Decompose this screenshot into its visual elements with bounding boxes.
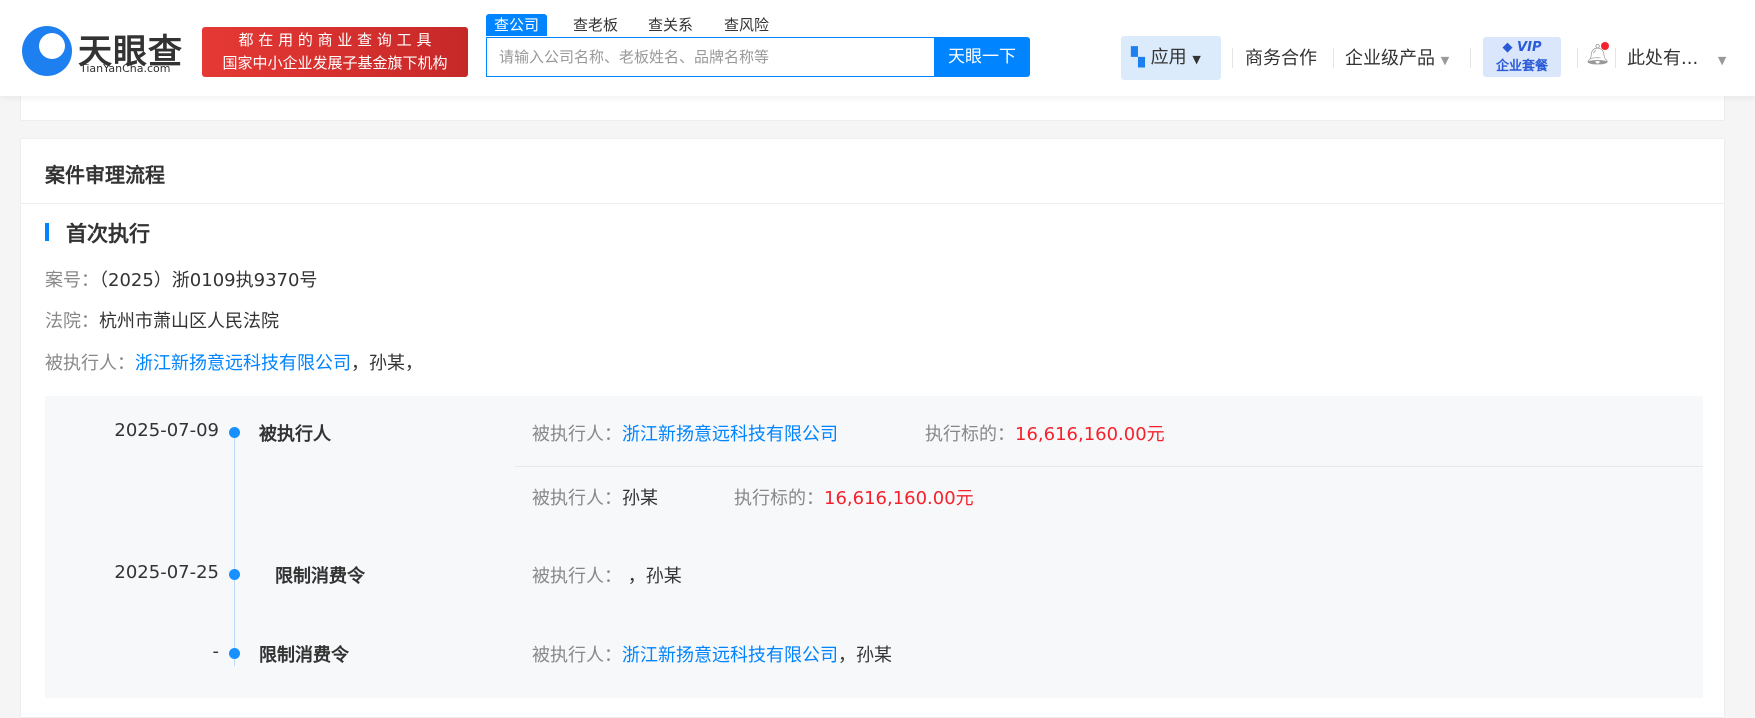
amount: 16,616,160.00元 [1015, 424, 1165, 445]
timeline-dot [229, 569, 240, 580]
apps-label: 应用 [1150, 47, 1187, 68]
entry-company-link[interactable]: 浙江新扬意远科技有限公司 [622, 645, 838, 666]
amount-label: 执行标的： [925, 424, 1015, 445]
case-process-card: 案件审理流程 首次执行 案号：（2025）浙0109执9370号 法院：杭州市萧… [20, 138, 1725, 718]
case-no: （2025）浙0109执9370号 [99, 270, 318, 291]
nav-business[interactable]: 商务合作 [1245, 44, 1317, 70]
divider [1615, 48, 1616, 68]
nav-enterprise[interactable]: 企业级产品 ▼ [1345, 44, 1449, 70]
vip-sub-label: 企业套餐 [1495, 59, 1548, 74]
tab-company[interactable]: 查公司 [486, 14, 548, 36]
timeline: 2025-07-09 被执行人 被执行人：浙江新扬意远科技有限公司 执行标的：1… [45, 396, 1703, 698]
entry-company-link[interactable]: 浙江新扬意远科技有限公司 [622, 424, 838, 445]
entry-name: 孙某 [622, 488, 658, 509]
caret-down-icon: ▼ [1192, 53, 1201, 66]
user-name: 此处有... [1627, 48, 1699, 69]
court: 杭州市萧山区人民法院 [99, 311, 279, 332]
timeline-date: - [212, 641, 220, 662]
entry-name: ，孙某 [627, 566, 682, 587]
entry-label: 被执行人： [532, 566, 622, 587]
tab-boss[interactable]: 查老板 [565, 14, 626, 36]
divider [1577, 48, 1578, 68]
divider [1333, 48, 1334, 68]
party-company-link[interactable]: 浙江新扬意远科技有限公司 [135, 353, 351, 374]
entry-label: 被执行人： [532, 488, 622, 509]
divider [21, 203, 1724, 204]
divider [1470, 48, 1471, 68]
search-button[interactable]: 天眼一下 [934, 37, 1030, 77]
caret-down-icon: ▼ [1717, 54, 1727, 67]
logo-icon[interactable] [22, 26, 72, 76]
slogan-badge: 都 在 用 的 商 业 查 询 工 具 国家中小企业发展子基金旗下机构 [202, 27, 468, 77]
user-menu[interactable]: 此处有... ▼ [1627, 44, 1726, 70]
timeline-type: 限制消费令 [275, 566, 365, 587]
timeline-type: 限制消费令 [259, 645, 349, 666]
apps-button[interactable]: ▚ 应用 ▼ [1121, 36, 1221, 80]
party-label: 被执行人： [45, 353, 135, 374]
section-title: 案件审理流程 [45, 163, 165, 187]
tab-relation[interactable]: 查关系 [640, 14, 701, 36]
timeline-date: 2025-07-09 [114, 420, 219, 441]
tab-risk[interactable]: 查风险 [716, 14, 777, 36]
divider [1232, 48, 1233, 68]
timeline-line [234, 433, 235, 666]
amount-label: 执行标的： [734, 488, 824, 509]
search-input[interactable]: 请输入公司名称、老板姓名、品牌名称等 [486, 37, 934, 77]
slogan-line-2: 国家中小企业发展子基金旗下机构 [222, 54, 448, 72]
caret-down-icon: ▼ [1440, 54, 1450, 67]
entry-name: ，孙某 [838, 645, 892, 666]
party-rest: ，孙某， [351, 353, 423, 374]
timeline-dot [229, 427, 240, 438]
case-no-label: 案号： [45, 270, 99, 291]
subtitle-bar [45, 223, 49, 241]
vip-button[interactable]: ◆ VIP 企业套餐 [1483, 37, 1561, 77]
divider [515, 466, 1703, 467]
amount: 16,616,160.00元 [824, 488, 974, 509]
top-header: 天眼查 TianYanCha.com 都 在 用 的 商 业 查 询 工 具 国… [0, 0, 1755, 96]
subtitle: 首次执行 [66, 222, 150, 246]
entry-label: 被执行人： [532, 645, 622, 666]
enterprise-label: 企业级产品 [1345, 48, 1435, 69]
vip-label: VIP [1517, 40, 1542, 55]
timeline-date: 2025-07-25 [114, 562, 219, 583]
timeline-type: 被执行人 [259, 424, 331, 445]
entry-label: 被执行人： [532, 424, 622, 445]
grid-icon: ▚ [1131, 47, 1145, 68]
notification-dot [1601, 42, 1609, 50]
logo-subtext: TianYanCha.com [80, 62, 171, 75]
timeline-dot [229, 648, 240, 659]
slogan-line-1: 都 在 用 的 商 业 查 询 工 具 [238, 31, 432, 49]
diamond-icon: ◆ [1502, 40, 1513, 55]
court-label: 法院： [45, 311, 99, 332]
